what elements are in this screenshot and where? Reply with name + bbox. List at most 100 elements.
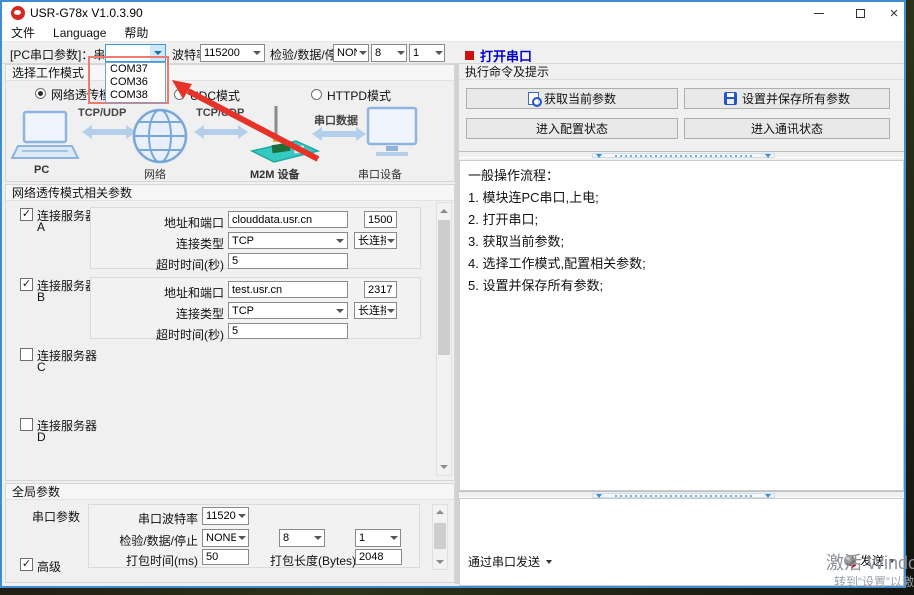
serial-databits-select[interactable]: 8 bbox=[279, 529, 325, 547]
server-a-port-input[interactable] bbox=[364, 211, 397, 228]
server-b-type-select[interactable]: TCP bbox=[228, 302, 348, 319]
menu-help[interactable]: 帮助 bbox=[124, 24, 148, 41]
send-via-serial-dropdown[interactable]: 通过串口发送 bbox=[468, 553, 552, 570]
scroll-up-icon[interactable] bbox=[433, 505, 447, 519]
splitter-handle[interactable] bbox=[592, 153, 775, 158]
serial-baud-value: 115200 bbox=[203, 508, 236, 524]
scrollbar-thumb[interactable] bbox=[434, 523, 446, 549]
server-a-address-input[interactable] bbox=[228, 211, 348, 228]
enter-config-button[interactable]: 进入配置状态 bbox=[466, 118, 678, 139]
server-a-type-label: 连接类型 bbox=[150, 235, 224, 252]
chevron-down-icon bbox=[386, 303, 396, 318]
scroll-down-icon[interactable] bbox=[437, 460, 451, 474]
server-a-timeout-input[interactable] bbox=[228, 253, 348, 269]
collapse-icon bbox=[765, 494, 771, 498]
server-b-timeout-label: 超时时间(秒) bbox=[140, 326, 224, 343]
link-tcp-udp-2-label: TCP/UDP bbox=[196, 107, 244, 119]
scrollbar-thumb[interactable] bbox=[438, 220, 450, 355]
global-scrollbar[interactable] bbox=[432, 504, 448, 570]
menu-language[interactable]: Language bbox=[53, 26, 106, 40]
log-line: 5. 设置并保存所有参数; bbox=[468, 275, 895, 297]
menu-bar: 文件 Language 帮助 bbox=[2, 24, 904, 42]
advanced-checkbox[interactable]: ✓ bbox=[20, 558, 33, 571]
check-icon: ✓ bbox=[22, 209, 31, 220]
activate-windows-subtext: 转到“设置”以激活 bbox=[834, 573, 914, 590]
pc-icon bbox=[12, 112, 78, 158]
server-a-conn-select[interactable]: 长连接 bbox=[354, 232, 397, 249]
save-params-button[interactable]: 设置并保存所有参数 bbox=[684, 88, 890, 109]
window-title: USR-G78x V1.0.3.90 bbox=[30, 6, 143, 20]
get-params-button[interactable]: 获取当前参数 bbox=[466, 88, 678, 109]
net-params-header: 网络透传模式相关参数 bbox=[6, 185, 454, 201]
server-a-timeout-label: 超时时间(秒) bbox=[140, 256, 224, 273]
server-b-addr-label: 地址和端口 bbox=[150, 284, 224, 301]
app-logo-icon bbox=[11, 6, 25, 20]
packtime-input[interactable] bbox=[202, 549, 249, 565]
stopbits-value: 1 bbox=[410, 45, 433, 61]
command-header: 执行命令及提示 bbox=[459, 64, 904, 80]
serial-baud-select[interactable]: 115200 bbox=[202, 507, 249, 525]
chevron-down-icon bbox=[386, 233, 396, 248]
server-d-checkbox[interactable] bbox=[20, 418, 33, 431]
chevron-down-icon bbox=[433, 45, 444, 61]
check-icon: ✓ bbox=[22, 559, 31, 570]
com-option[interactable]: COM38 bbox=[106, 89, 165, 102]
menu-file[interactable]: 文件 bbox=[11, 24, 35, 41]
chevron-down-icon bbox=[236, 530, 248, 546]
serial-stopbits-value: 1 bbox=[356, 530, 388, 546]
close-button[interactable]: × bbox=[879, 2, 909, 24]
serial-parity-label: 检验/数据/停止 bbox=[113, 532, 198, 549]
app-window: USR-G78x V1.0.3.90 × 文件 Language 帮助 [PC串… bbox=[0, 0, 906, 588]
radio-udc-mode[interactable] bbox=[174, 89, 185, 100]
server-b-checkbox[interactable]: ✓ bbox=[20, 278, 33, 291]
server-b-timeout-input[interactable] bbox=[228, 323, 348, 339]
serial-stopbits-select[interactable]: 1 bbox=[355, 529, 401, 547]
databits-value: 8 bbox=[372, 45, 395, 61]
server-a-checkbox[interactable]: ✓ bbox=[20, 208, 33, 221]
radio-net-transparent-mode[interactable] bbox=[35, 88, 46, 99]
server-b-conn-select[interactable]: 长连接 bbox=[354, 302, 397, 319]
maximize-button[interactable] bbox=[845, 2, 875, 24]
server-c-checkbox[interactable] bbox=[20, 348, 33, 361]
serial-parity-select[interactable]: NONE bbox=[202, 529, 249, 547]
server-b-port-input[interactable] bbox=[364, 281, 397, 298]
packtime-label: 打包时间(ms) bbox=[118, 552, 198, 569]
serial-closed-status-icon bbox=[465, 51, 474, 60]
minimize-button[interactable] bbox=[804, 2, 834, 24]
chevron-down-icon bbox=[546, 560, 552, 564]
log-line: 1. 模块连PC串口,上电; bbox=[468, 187, 895, 209]
open-serial-button[interactable]: 打开串口 bbox=[465, 46, 532, 65]
server-b-address-input[interactable] bbox=[228, 281, 348, 298]
splitter-dots bbox=[615, 155, 752, 157]
enter-comm-button[interactable]: 进入通讯状态 bbox=[684, 118, 890, 139]
scroll-up-icon[interactable] bbox=[437, 204, 451, 218]
serial-baud-label: 串口波特率 bbox=[128, 510, 198, 527]
save-params-label: 设置并保存所有参数 bbox=[742, 90, 850, 107]
server-b-type-label: 连接类型 bbox=[150, 305, 224, 322]
packlen-input[interactable] bbox=[355, 549, 402, 565]
open-serial-label: 打开串口 bbox=[480, 46, 532, 65]
save-icon bbox=[724, 92, 737, 105]
send-splitter[interactable] bbox=[459, 491, 904, 498]
databits-select[interactable]: 8 bbox=[371, 44, 407, 62]
arrow-left-icon bbox=[82, 125, 136, 139]
baud-select[interactable]: 115200 bbox=[200, 44, 265, 62]
radio-httpd-mode[interactable] bbox=[311, 89, 322, 100]
log-output-area[interactable]: 一般操作流程： 1. 模块连PC串口,上电; 2. 打开串口; 3. 获取当前参… bbox=[459, 160, 904, 491]
log-line: 2. 打开串口; bbox=[468, 209, 895, 231]
log-splitter[interactable] bbox=[459, 151, 904, 158]
parity-select[interactable]: NONI bbox=[333, 44, 369, 62]
title-bar[interactable]: USR-G78x V1.0.3.90 × bbox=[2, 2, 904, 24]
server-c-suffix: C bbox=[37, 360, 46, 374]
server-a-conn-value: 长连接 bbox=[355, 233, 386, 248]
com-option[interactable]: COM36 bbox=[106, 76, 165, 89]
serial-parity-value: NONE bbox=[203, 530, 236, 546]
scroll-down-icon[interactable] bbox=[433, 555, 447, 569]
stopbits-select[interactable]: 1 bbox=[409, 44, 445, 62]
server-c-label: 连接服务器 bbox=[37, 347, 97, 364]
com-option[interactable]: COM37 bbox=[106, 63, 165, 76]
collapse-icon bbox=[765, 154, 771, 158]
params-scrollbar[interactable] bbox=[436, 202, 452, 476]
server-a-type-select[interactable]: TCP bbox=[228, 232, 348, 249]
activate-windows-watermark: 激活 Windows bbox=[826, 549, 914, 575]
